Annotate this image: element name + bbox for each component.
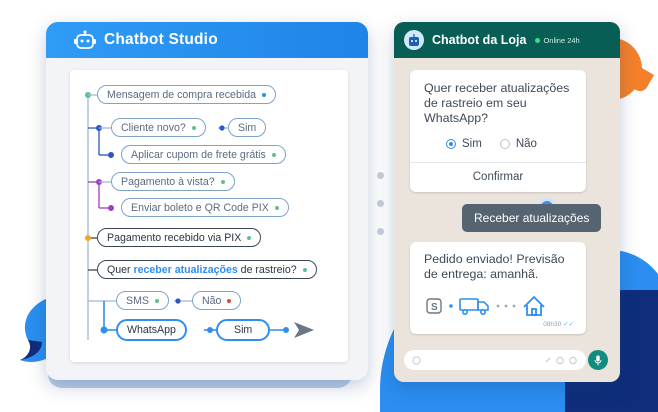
flow-node-label: SMS (126, 294, 149, 307)
flow-node-send-boleto-pix[interactable]: Enviar boleto e QR Code PIX (121, 198, 289, 217)
flow-node-sms[interactable]: SMS (116, 291, 169, 310)
flow-node-upfront-payment[interactable]: Pagamento à vista? (111, 172, 235, 191)
flow-node-label: Enviar boleto e QR Code PIX (131, 201, 269, 214)
online-status-label: Online 24h (543, 35, 580, 45)
delivery-progress: S (410, 282, 586, 318)
flow-node-purchase-message[interactable]: Mensagem de compra recebida (97, 85, 276, 104)
bot-delivery-text: Pedido enviado! Previsão de entrega: ama… (424, 252, 565, 281)
radio-option-no[interactable]: Não (499, 138, 537, 150)
flow-node-tracking-question[interactable]: Quer receber atualizações de rastreio? (97, 260, 317, 279)
user-reply-bubble: Receber atualizações (462, 204, 602, 232)
flow-node-label: Pagamento recebido via PIX (107, 231, 242, 244)
flow-node-label: Aplicar cupom de frete grátis (131, 148, 266, 161)
bot-question-text: Quer receber atualizações de rastreio em… (424, 81, 570, 125)
radio-option-label: Sim (462, 138, 482, 150)
flow-node-label-prefix: Quer (107, 263, 134, 276)
online-status: Online 24h (535, 35, 580, 45)
radio-selected-icon (446, 139, 456, 149)
user-reply-text: Receber atualizações (474, 211, 590, 225)
flow-node-label: Não (202, 294, 222, 307)
svg-text:S: S (431, 302, 438, 313)
flow-node-free-shipping-coupon[interactable]: Aplicar cupom de frete grátis (121, 145, 286, 164)
flow-node-label: WhatsApp (127, 324, 176, 336)
flow-node-label-suffix: de rastreio? (237, 263, 297, 276)
message-time: 08h30 ✓✓ (543, 320, 574, 328)
flow-node-new-customer[interactable]: Cliente novo? (111, 118, 206, 137)
chat-panel: Chatbot da Loja Online 24h Quer receber … (394, 22, 620, 382)
microphone-icon (594, 355, 602, 365)
flow-node-label-highlight: receber atualizações (133, 263, 238, 276)
dots-decoration (377, 172, 384, 256)
flow-node-label: Pagamento à vista? (121, 175, 215, 188)
flow-node-whatsapp[interactable]: WhatsApp (116, 319, 187, 341)
attachment-icons[interactable] (544, 356, 578, 365)
radio-option-label: Não (515, 138, 537, 150)
flow-node-label: Sim (238, 121, 257, 134)
studio-title: Chatbot Studio (104, 31, 218, 48)
delivery-progress-graphic: S (426, 295, 545, 316)
chat-header: Chatbot da Loja Online 24h (394, 22, 620, 58)
bot-avatar (404, 30, 424, 50)
online-indicator-icon (535, 37, 541, 43)
chat-title: Chatbot da Loja (432, 33, 527, 47)
robot-icon (409, 33, 419, 46)
flow-node-yes-selected[interactable]: Sim (216, 319, 271, 341)
studio-header: Chatbot Studio (46, 22, 368, 58)
chatbot-studio-panel: Chatbot Studio Mensagem de compra recebi… (46, 22, 368, 380)
flow-node-label: Cliente novo? (121, 121, 186, 134)
bot-delivery-bubble: Pedido enviado! Previsão de entrega: ama… (410, 242, 586, 334)
home-icon (523, 295, 545, 316)
flow-node-pix-received[interactable]: Pagamento recebido via PIX (97, 228, 262, 247)
answer-options: Sim Não (410, 126, 586, 150)
flow-node-label: Sim (234, 324, 253, 336)
bot-question-bubble: Quer receber atualizações de rastreio em… (410, 70, 586, 192)
radio-option-yes[interactable]: Sim (446, 138, 482, 150)
flow-node-yes[interactable]: Sim (228, 118, 267, 137)
read-checkmark-icon: ✓✓ (563, 321, 574, 328)
robot-icon (74, 30, 96, 49)
flow-canvas: Mensagem de compra recebida Cliente novo… (70, 70, 348, 362)
truck-icon (459, 298, 489, 316)
message-time-label: 08h30 (543, 321, 562, 328)
flow-node-label: Mensagem de compra recebida (107, 88, 256, 101)
flow-node-no[interactable]: Não (192, 291, 242, 310)
message-input[interactable] (404, 350, 586, 370)
confirm-button[interactable]: Confirmar (410, 162, 586, 190)
radio-unselected-icon (499, 139, 510, 149)
emoji-icon[interactable] (412, 355, 421, 365)
microphone-button[interactable] (588, 350, 608, 370)
